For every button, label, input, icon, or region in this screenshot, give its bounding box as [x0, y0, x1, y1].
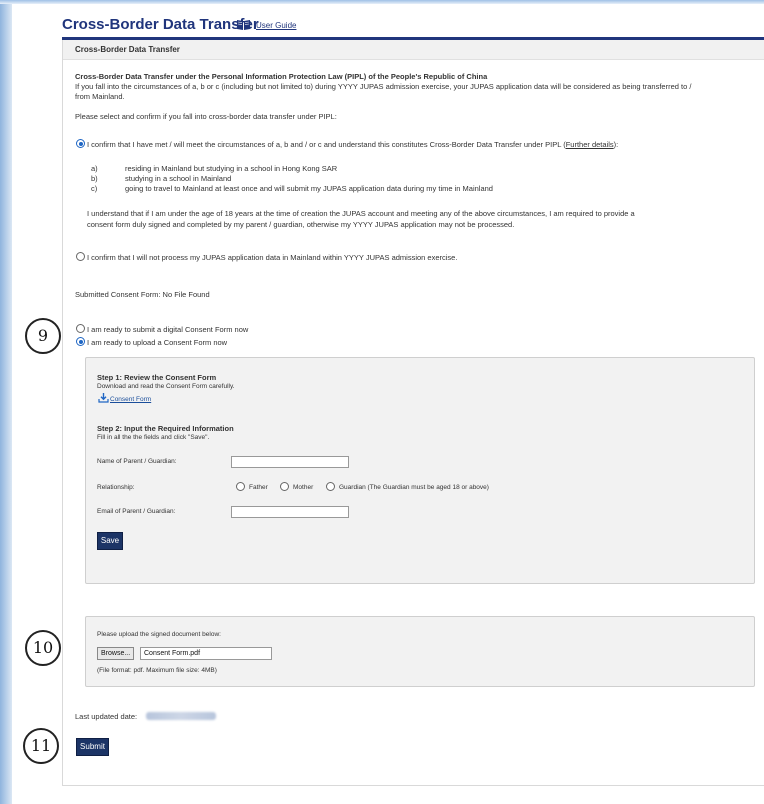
relationship-label: Relationship: [97, 484, 135, 491]
annotation-step-11: 11 [23, 728, 59, 764]
main-panel: Cross-Border Data Transfer Cross-Border … [62, 40, 764, 786]
panel-header: Cross-Border Data Transfer [63, 40, 764, 60]
parent-name-label: Name of Parent / Guardian: [97, 458, 177, 465]
window-left-edge [0, 0, 12, 804]
selection-prompt: Please select and confirm if you fall in… [75, 112, 337, 121]
annotation-step-10: 10 [25, 630, 61, 666]
age-note-line2: consent form duly signed and completed b… [87, 220, 515, 229]
upload-box: Please upload the signed document below:… [85, 616, 755, 687]
parent-email-label: Email of Parent / Guardian: [97, 508, 176, 515]
last-updated-label: Last updated date: [75, 712, 138, 721]
submit-button[interactable]: Submit [76, 738, 109, 756]
step2-desc: Fill in all the the fields and click "Sa… [97, 434, 210, 441]
further-details-link[interactable]: Further details [566, 140, 614, 149]
circumstance-text: going to travel to Mainland at least onc… [125, 184, 493, 193]
panel-title: Cross-Border Data Transfer [75, 45, 180, 54]
parent-email-input[interactable] [231, 506, 349, 518]
selected-file-name: Consent Form.pdf [140, 647, 272, 660]
radio-relationship-mother[interactable] [280, 482, 289, 491]
relationship-mother-label: Mother [293, 484, 314, 491]
circumstance-text: studying in a school in Mainland [125, 174, 232, 183]
circumstance-letter: b) [91, 174, 98, 183]
consent-steps-box: Step 1: Review the Consent Form Download… [85, 357, 755, 584]
intro-text-line1: If you fall into the circumstances of a,… [75, 82, 692, 91]
relationship-father-label: Father [249, 484, 268, 491]
upload-instruction: Please upload the signed document below: [97, 631, 221, 638]
radio-relationship-guardian[interactable] [326, 482, 335, 491]
annotation-step-9: 9 [25, 318, 61, 354]
circumstance-letter: a) [91, 164, 98, 173]
radio-upload-consent[interactable] [76, 337, 85, 346]
page-header: Cross-Border Data Transfer User Guide [62, 14, 764, 40]
radio-option-no-mainland[interactable] [76, 252, 85, 261]
step1-title: Step 1: Review the Consent Form [97, 373, 217, 382]
option-no-mainland-label: I confirm that I will not process my JUP… [87, 253, 458, 262]
relationship-guardian-label: Guardian (The Guardian must be aged 18 o… [339, 484, 489, 491]
file-format-note: (File format: pdf. Maximum file size: 4M… [97, 667, 217, 674]
digital-consent-label: I am ready to submit a digital Consent F… [87, 325, 249, 334]
consent-form-download-link[interactable]: Consent Form [110, 396, 151, 403]
radio-relationship-father[interactable] [236, 482, 245, 491]
browse-button[interactable]: Browse... [97, 647, 135, 660]
submitted-consent-status: Submitted Consent Form: No File Found [75, 290, 210, 299]
download-icon[interactable] [98, 392, 109, 403]
book-icon[interactable] [236, 18, 251, 31]
pipl-heading: Cross-Border Data Transfer under the Per… [75, 72, 488, 81]
step2-title: Step 2: Input the Required Information [97, 424, 234, 433]
option-cross-border-label: I confirm that I have met / will meet th… [87, 140, 619, 149]
upload-consent-label: I am ready to upload a Consent Form now [87, 338, 228, 347]
window-top-edge [0, 0, 764, 4]
age-note-line1: I understand that if I am under the age … [87, 209, 635, 218]
save-button[interactable]: Save [97, 532, 123, 550]
last-updated-date-redacted [146, 712, 216, 720]
intro-text-line2: from Mainland. [75, 92, 125, 101]
user-guide-link[interactable]: User Guide [256, 21, 296, 30]
radio-digital-consent[interactable] [76, 324, 85, 333]
radio-option-cross-border[interactable] [76, 139, 85, 148]
parent-name-input[interactable] [231, 456, 349, 468]
circumstance-letter: c) [91, 184, 98, 193]
step1-desc: Download and read the Consent Form caref… [97, 383, 235, 390]
page-title: Cross-Border Data Transfer [62, 16, 259, 33]
circumstance-text: residing in Mainland but studying in a s… [125, 164, 338, 173]
